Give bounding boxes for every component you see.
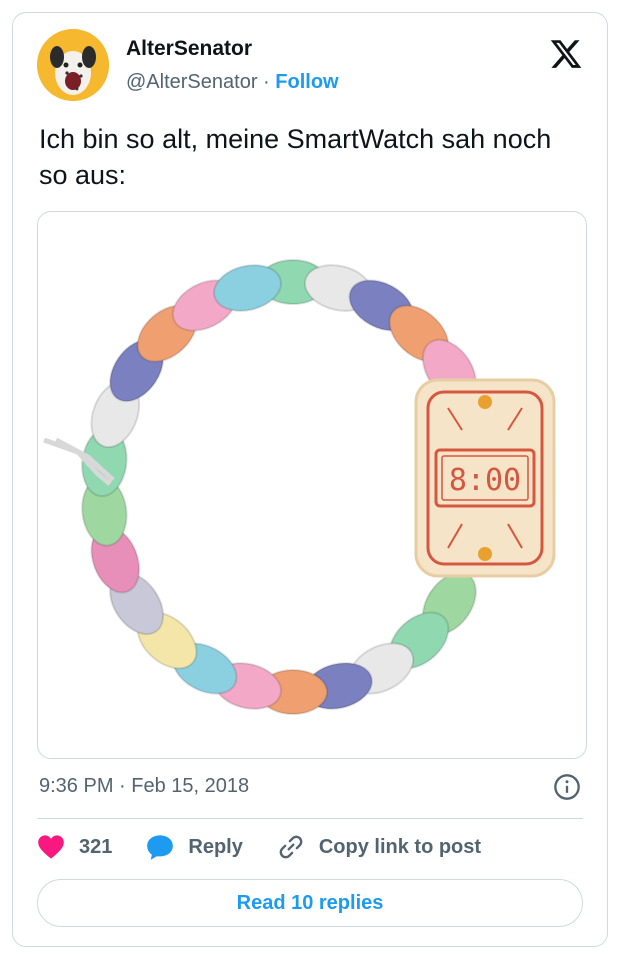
watch-time: 8:00: [449, 463, 521, 498]
divider: [37, 818, 583, 819]
candy-watch-image: 8:00: [43, 259, 556, 715]
read-replies-button[interactable]: Read 10 replies: [37, 879, 583, 927]
copy-link-button[interactable]: Copy link to post: [277, 833, 481, 861]
x-logo-icon[interactable]: [549, 37, 583, 71]
author-handle-row: @AlterSenator · Follow: [126, 71, 339, 94]
action-bar: 321 Reply Copy link to post: [37, 831, 515, 863]
dalmatian-avatar-image: [37, 29, 109, 101]
like-count: 321: [79, 835, 113, 858]
author-name[interactable]: AlterSenator: [126, 37, 252, 61]
follow-link[interactable]: Follow: [275, 71, 338, 93]
reply-button[interactable]: Reply: [146, 834, 243, 860]
avatar[interactable]: [37, 29, 109, 101]
reply-bubble-icon: [147, 835, 174, 860]
tweet-image[interactable]: 8:00: [37, 211, 587, 759]
info-icon[interactable]: [553, 773, 581, 801]
heart-icon: [38, 835, 64, 859]
link-icon: [279, 835, 303, 859]
reply-label: Reply: [188, 835, 243, 858]
tweet-text: Ich bin so alt, meine SmartWatch sah noc…: [39, 124, 552, 190]
copy-link-label: Copy link to post: [318, 835, 482, 858]
author-handle[interactable]: @AlterSenator: [126, 71, 257, 93]
watch-face: 8:00: [414, 378, 556, 578]
tweet-card: AlterSenator @AlterSenator · Follow Ich …: [12, 12, 608, 947]
tweet-timestamp[interactable]: 9:36 PM · Feb 15, 2018: [39, 775, 249, 798]
separator-dot: ·: [263, 71, 270, 93]
like-button[interactable]: 321: [37, 834, 112, 860]
